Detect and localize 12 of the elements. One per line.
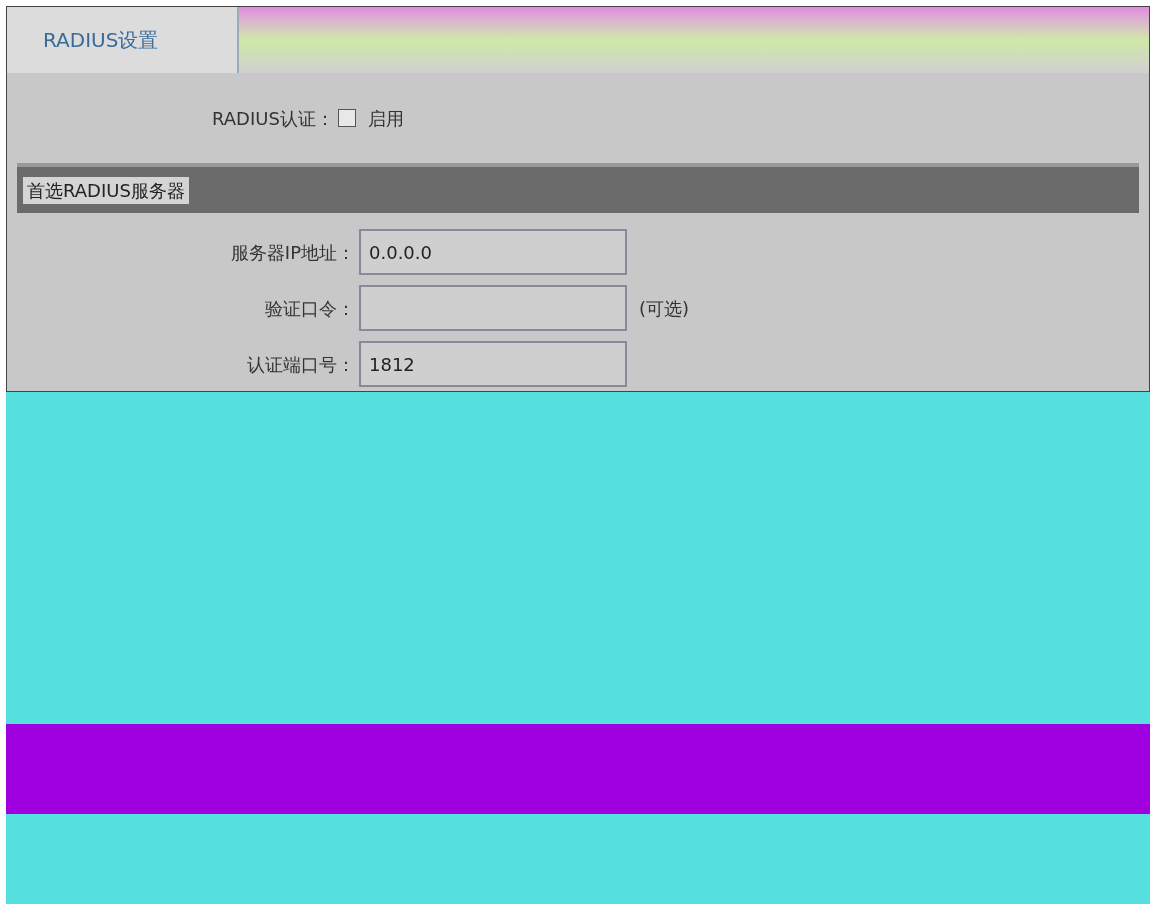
input-field[interactable]: 1812 (359, 341, 627, 387)
field-label: RADIUS认证： (212, 106, 334, 131)
checkbox-label: 启用 (367, 106, 404, 131)
input-field[interactable] (359, 285, 627, 331)
tab[interactable]: RADIUS设置 (7, 7, 239, 73)
field-note: (可选) (639, 296, 690, 321)
field-label: 认证端口号： (246, 352, 356, 377)
field-label: 服务器IP地址： (229, 240, 356, 265)
field-label: 验证口令： (264, 296, 356, 321)
checkbox[interactable] (337, 109, 356, 127)
input-field[interactable]: 0.0.0.0 (359, 229, 627, 275)
section-title: 首选RADIUS服务器 (23, 176, 189, 204)
